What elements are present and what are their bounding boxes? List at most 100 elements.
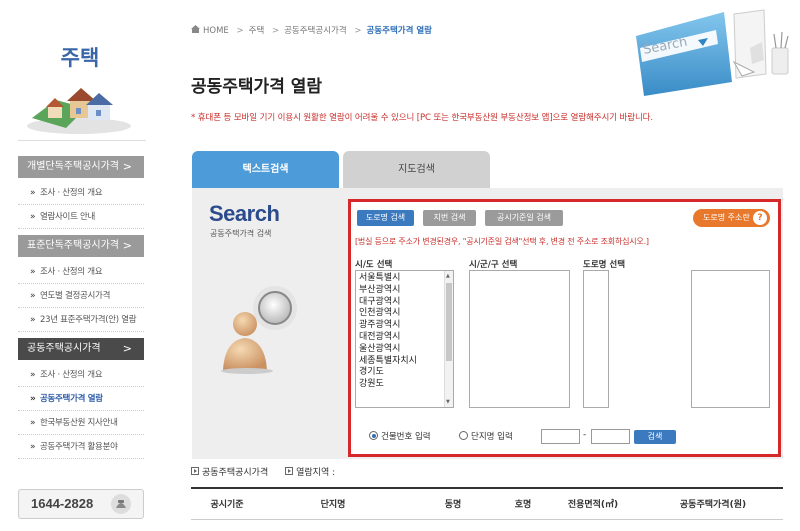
bullet-icon: »	[30, 188, 36, 198]
question-icon: ?	[753, 211, 767, 225]
menu-item-apartment-price-view[interactable]: » 공동주택가격 열람	[18, 387, 144, 411]
road-name-listbox[interactable]	[691, 270, 770, 408]
menu-item-label: 열람사이트 안내	[40, 212, 96, 222]
menu-item-branch-guide[interactable]: » 한국부동산원 지사안내	[18, 411, 144, 435]
menu-label: 공동주택공시가격	[27, 343, 101, 354]
menu-apartment-price[interactable]: 공동주택공시가격 >	[18, 338, 144, 360]
sigungu-listbox[interactable]	[469, 270, 570, 408]
breadcrumb-current: 공동주택가격 열람	[366, 26, 433, 36]
result-table: 공시기준 단지명 동명 호명 전용면적(㎡) 공동주택가격(원)	[191, 487, 783, 520]
sido-scrollbar[interactable]: ▲ ▼	[444, 271, 453, 407]
sido-option[interactable]: 경기도	[359, 367, 453, 379]
scroll-down-arrow-icon[interactable]: ▼	[446, 399, 450, 405]
road-address-guide-button[interactable]: 도로명 주소란 ?	[693, 209, 770, 227]
page-title: 공동주택가격 열람	[191, 77, 323, 97]
radio-complex-name[interactable]: 단지명 입력	[459, 430, 513, 442]
breadcrumb-separator: >	[271, 26, 280, 36]
phone-box: 1644-2828	[18, 489, 144, 519]
arrow-box-icon	[285, 467, 294, 475]
search-heading: Search	[209, 201, 280, 226]
chevron-right-icon: >	[122, 239, 132, 252]
search-subtitle: 공동주택가격 검색	[210, 229, 272, 238]
menu-item-label: 조사 · 산정의 개요	[40, 267, 103, 277]
telephone-icon	[111, 494, 131, 514]
menu-item-standard-draft[interactable]: » 23년 표준주택가격(안) 열람	[18, 308, 144, 332]
bullet-icon: »	[30, 370, 36, 380]
menu-item-overview[interactable]: » 조사 · 산정의 개요	[18, 363, 144, 387]
person-magnifier-illustration-icon	[221, 286, 297, 374]
search-monitor-illustration-icon: Search	[636, 9, 789, 96]
tab-text-search[interactable]: 텍스트검색	[192, 151, 339, 188]
menu-item-usage[interactable]: » 공동주택가격 활용분야	[18, 435, 144, 459]
menu-label: 표준단독주택공시가격	[27, 240, 119, 251]
address-change-notice: [법실 등으로 주소가 변경된경우, "공시기준일 검색"선택 후, 변경 전 …	[355, 237, 649, 246]
search-form-box: 도로명 검색 지번 검색 공시기준일 검색 도로명 주소란 ? [법실 등으로 …	[348, 199, 781, 457]
road-search-button[interactable]: 도로명 검색	[357, 210, 414, 226]
sido-option[interactable]: 강원도	[359, 379, 453, 391]
search-button[interactable]: 검색	[634, 430, 676, 444]
houses-illustration-icon	[27, 88, 131, 134]
column-header: 호명	[503, 487, 543, 520]
menu-item-label: 공동주택가격 활용분야	[40, 442, 118, 452]
bullet-icon: »	[30, 315, 36, 325]
base-date-search-button[interactable]: 공시기준일 검색	[485, 210, 563, 226]
menu-individual-house-price[interactable]: 개별단독주택공시가격 >	[18, 156, 144, 178]
chevron-right-icon: >	[122, 342, 132, 355]
bullet-icon: »	[30, 267, 36, 277]
scroll-up-arrow-icon[interactable]: ▲	[446, 273, 450, 279]
menu-item-label: 조사 · 산정의 개요	[40, 188, 103, 198]
breadcrumb-home[interactable]: HOME	[203, 26, 229, 36]
road-label: 도로명 선택	[583, 260, 626, 270]
sido-option[interactable]: 인천광역시	[359, 308, 453, 320]
sido-option[interactable]: 광주광역시	[359, 320, 453, 332]
sido-option[interactable]: 대구광역시	[359, 297, 453, 309]
bullet-icon: »	[30, 418, 36, 428]
menu-item-site-guide[interactable]: » 열람사이트 안내	[18, 205, 144, 229]
bullet-icon: »	[30, 442, 36, 452]
result-title: 공동주택공시가격	[202, 468, 269, 478]
sido-list: 서울특별시 부산광역시 대구광역시 인천광역시 광주광역시 대전광역시 울산광역…	[356, 271, 453, 391]
bullet-icon: »	[30, 212, 36, 222]
sidebar-separator	[18, 140, 146, 141]
menu-item-label: 공동주택가격 열람	[40, 394, 103, 404]
radio-building-number[interactable]: 건물번호 입력	[369, 430, 431, 442]
menu-item-overview[interactable]: » 조사 · 산정의 개요	[18, 181, 144, 205]
sido-option[interactable]: 울산광역시	[359, 344, 453, 356]
breadcrumb: HOME > 주택 > 공동주택공시가격 > 공동주택가격 열람	[191, 24, 437, 36]
menu-item-label: 23년 표준주택가격(안) 열람	[40, 315, 137, 325]
radio-building-label: 건물번호 입력	[381, 432, 431, 442]
column-header: 동명	[403, 487, 503, 520]
tab-map-search[interactable]: 지도검색	[343, 151, 490, 188]
breadcrumb-separator: >	[354, 26, 362, 36]
sido-option[interactable]: 서울특별시	[359, 273, 453, 285]
menu-label: 개별단독주택공시가격	[27, 161, 119, 172]
radio-checked-icon[interactable]	[369, 431, 378, 440]
breadcrumb-apartment[interactable]: 공동주택공시가격	[284, 26, 347, 36]
sigungu-label: 시/군/구 선택	[469, 260, 518, 270]
sido-option[interactable]: 세종특별자치시	[359, 356, 453, 368]
menu-item-overview[interactable]: » 조사 · 산정의 개요	[18, 260, 144, 284]
mobile-notice: * 휴대폰 등 모바일 기기 이용시 원활한 열람이 어려울 수 있으니 [PC…	[191, 113, 654, 123]
lot-search-button[interactable]: 지번 검색	[423, 210, 476, 226]
road-initial-listbox[interactable]	[583, 270, 609, 408]
sido-option[interactable]: 대전광역시	[359, 332, 453, 344]
breadcrumb-house[interactable]: 주택	[249, 26, 265, 36]
number-dash: -	[583, 430, 587, 440]
sidebar: 주택 개별단독주택공시가격 > » 조사 · 산정의 개요 » 열람사이트 안내 표…	[0, 0, 160, 531]
bullet-icon: »	[30, 394, 36, 404]
column-header: 공시기준	[191, 487, 263, 520]
search-panel: Search 공동주택가격 검색 도로명 검색 지번 검색 공시기준일 검색 도…	[192, 188, 783, 459]
sido-option[interactable]: 부산광역시	[359, 285, 453, 297]
phone-number: 1644-2828	[31, 496, 94, 511]
scroll-thumb[interactable]	[446, 283, 452, 361]
menu-item-yearly-price[interactable]: » 연도별 결정공시가격	[18, 284, 144, 308]
menu-standard-house-price[interactable]: 표준단독주택공시가격 >	[18, 235, 144, 257]
region-label: 열람지역 :	[296, 468, 336, 478]
building-sub-number-input[interactable]	[591, 429, 630, 444]
building-main-number-input[interactable]	[541, 429, 580, 444]
bullet-icon: »	[30, 291, 36, 301]
menu-item-label: 한국부동산원 지사안내	[40, 418, 118, 428]
sido-listbox[interactable]: 서울특별시 부산광역시 대구광역시 인천광역시 광주광역시 대전광역시 울산광역…	[355, 270, 454, 408]
chevron-right-icon: >	[122, 160, 132, 173]
radio-unchecked-icon[interactable]	[459, 431, 468, 440]
